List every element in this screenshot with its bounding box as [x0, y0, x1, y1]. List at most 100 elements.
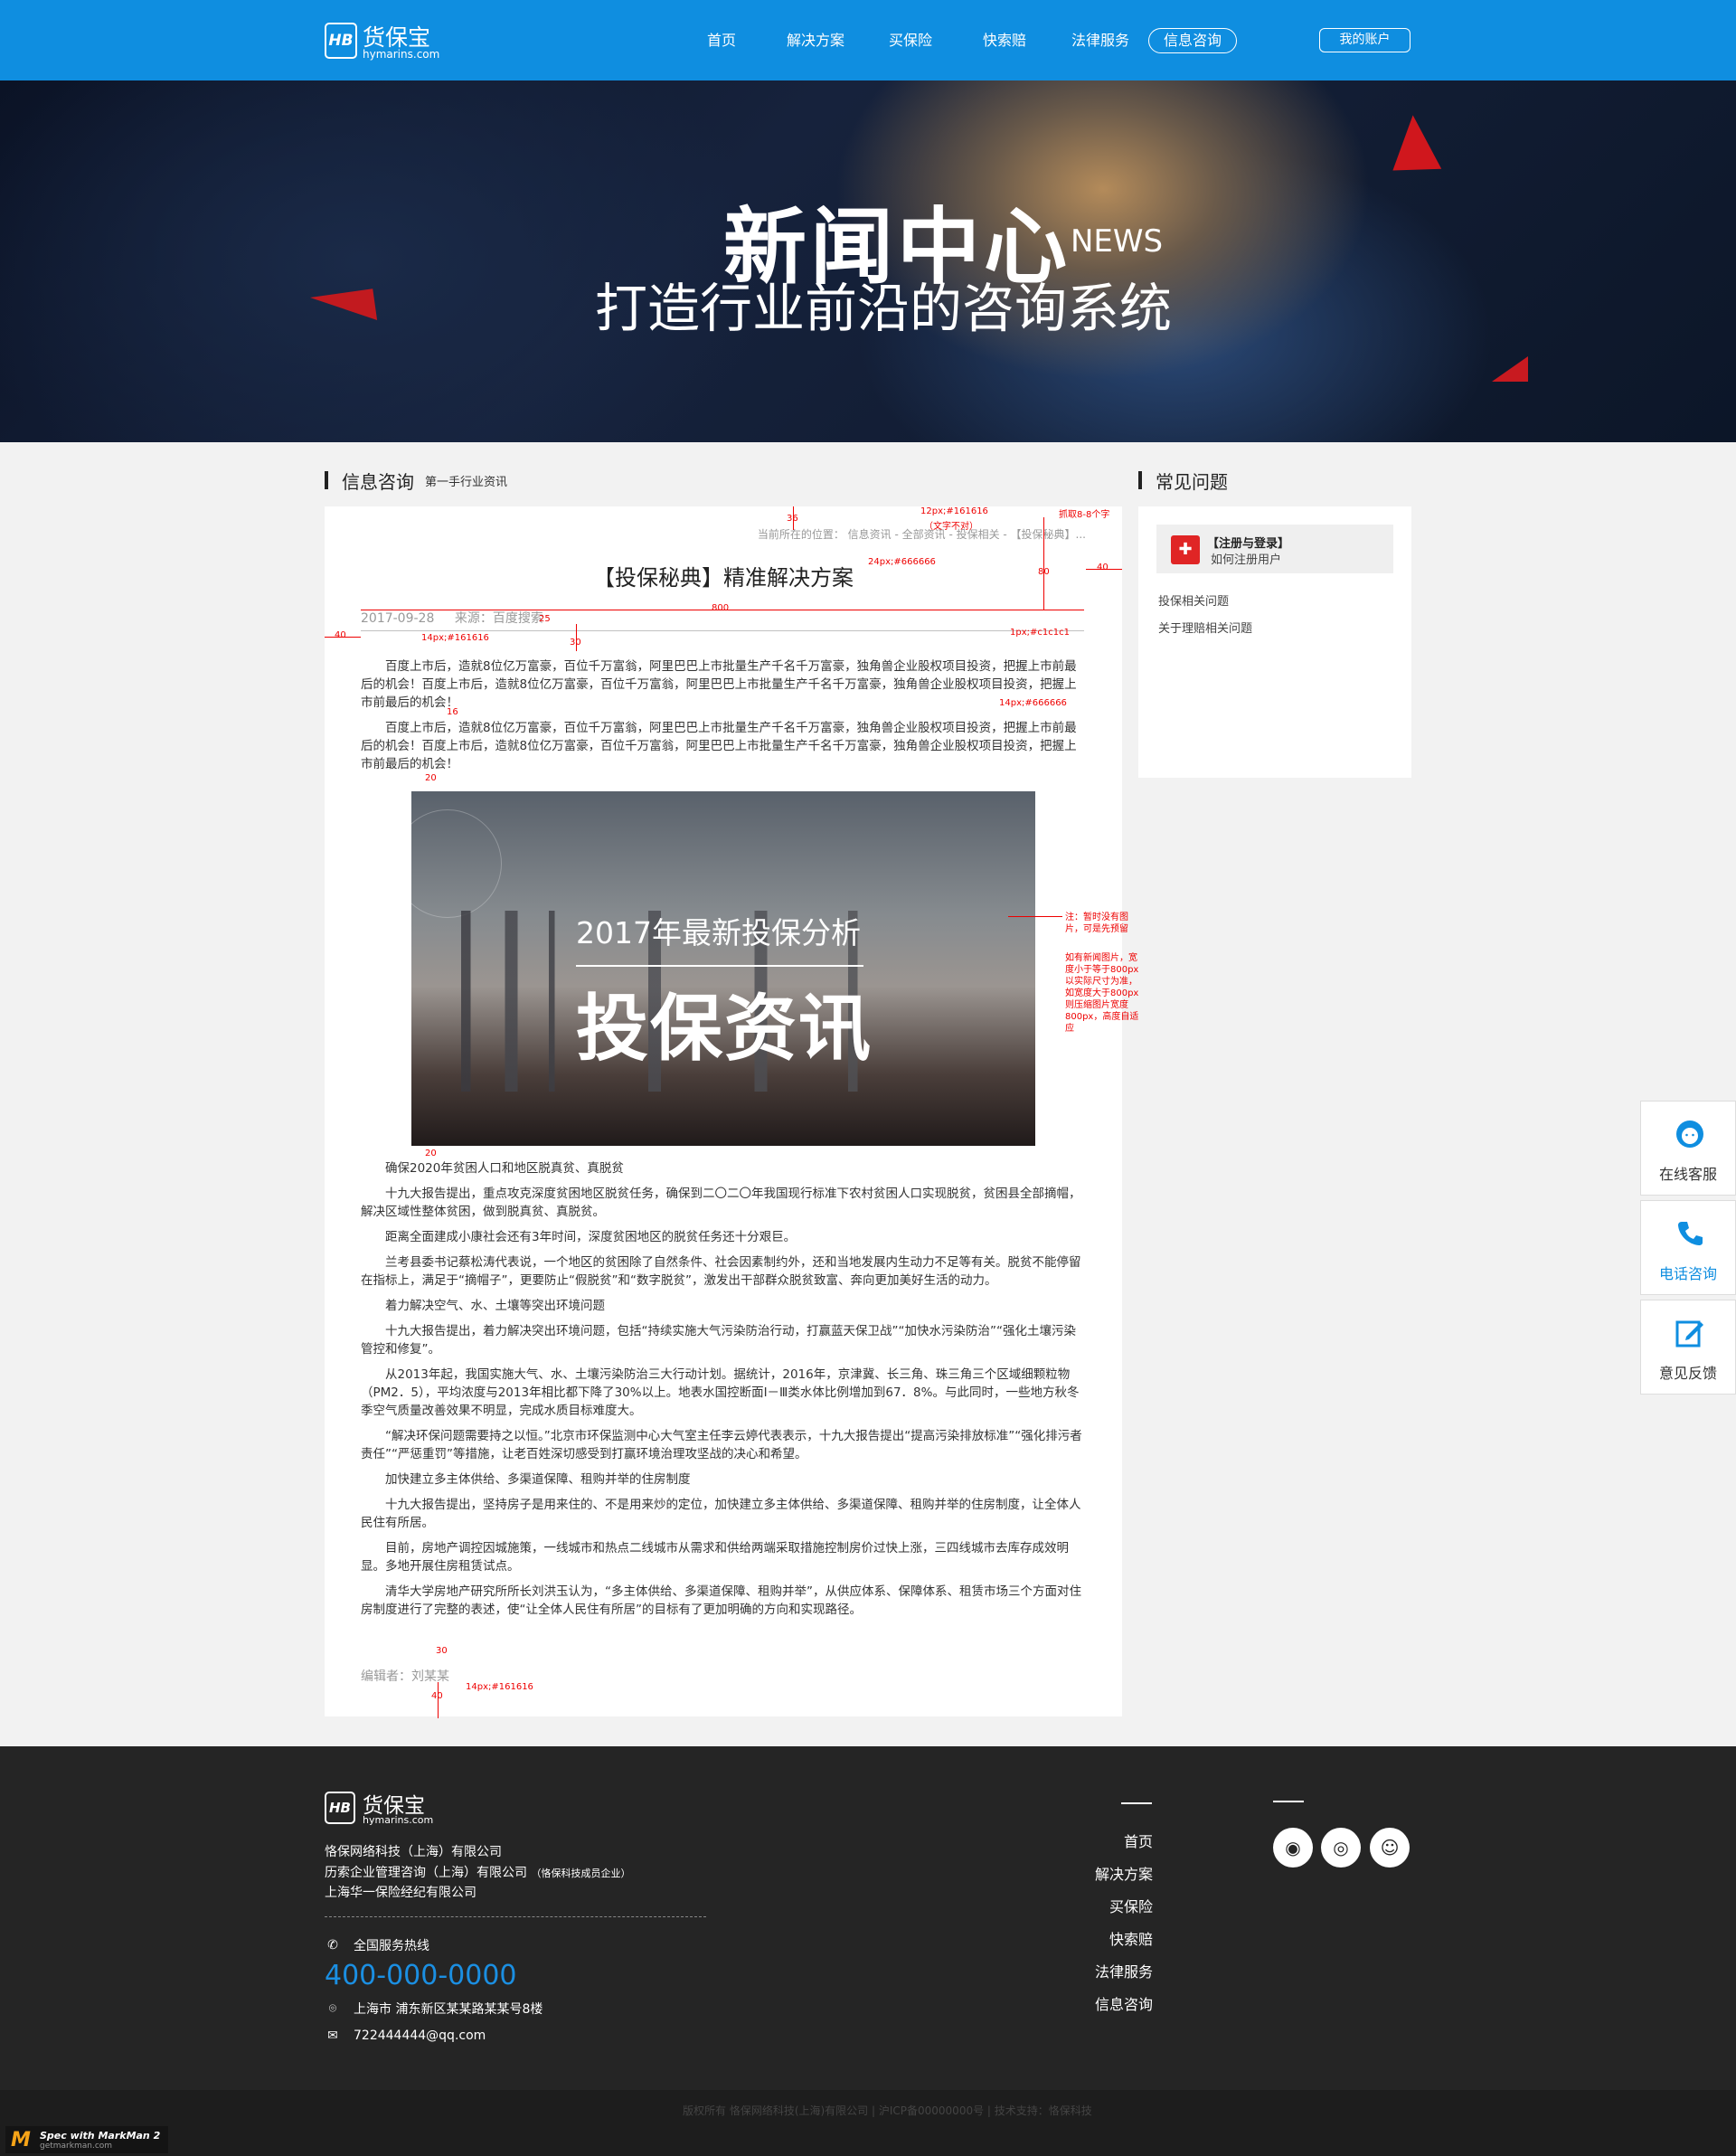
markman-logo-icon: M [11, 2129, 31, 2151]
spec-label: 80 [1038, 567, 1050, 577]
hotline-row: ✆ 全国服务热线 [325, 1936, 429, 1954]
paragraph: “解决环保问题需要持之以恒。”北京市环保监测中心大气室主任李云婷代表表示，十九大… [361, 1429, 1082, 1461]
footer-bottom: 版权所有 恪保网络科技(上海)有限公司 | 沪ICP备00000000号 | 技… [0, 2090, 1736, 2156]
address-text: 上海市 浦东新区某某路某某号8楼 [354, 2002, 543, 2017]
article-body: 确保2020年贫困人口和地区脱真贫、真脱贫 十九大报告提出，重点攻克深度贫困地区… [361, 1159, 1084, 1626]
image-divider [576, 965, 863, 967]
spec-note: 如有新闻图片，宽度小于等于800px以实际尺寸为准，如宽度大于800px则压缩图… [1065, 953, 1139, 1034]
footer-nav-legal[interactable]: 法律服务 [1095, 1960, 1153, 1981]
faq-featured-title: 【注册与登录】 [1207, 537, 1290, 551]
weibo-icon[interactable]: ◉ [1273, 1828, 1313, 1868]
title-bar [325, 471, 328, 489]
nav-legal[interactable]: 法律服务 [1071, 28, 1129, 53]
account-button[interactable]: 我的账户 [1319, 28, 1410, 52]
markman-title: Spec with MarkMan 2 [40, 2130, 161, 2142]
nav-home[interactable]: 首页 [707, 28, 736, 53]
company-name: 恪保网络科技（上海）有限公司 [325, 1845, 502, 1859]
image-caption-year: 2017年最新投保分析 [576, 915, 861, 950]
spec-label: 40 [1097, 563, 1109, 572]
nav-info[interactable]: 信息咨询 [1148, 28, 1238, 53]
image-caption-title: 投保资讯 [576, 987, 873, 1071]
wechat-icon[interactable]: ◎ [1321, 1828, 1361, 1868]
phone-icon [1678, 1222, 1703, 1245]
faq-sidebar: ✚ 【注册与登录】 如何注册用户 投保相关问题 关于理赔相关问题 [1138, 506, 1411, 778]
spec-label: 12px;#161616 [920, 506, 988, 516]
footer-nav-claims[interactable]: 快索赔 [1109, 1927, 1153, 1949]
spec-label: （文字不对） [924, 522, 978, 532]
nav-buy-insurance[interactable]: 买保险 [889, 28, 932, 53]
breadcrumb[interactable]: 当前所在的位置： 信息资讯 - 全部资讯 - 投保相关 - 【投保秘典】... [758, 526, 1086, 542]
spec-label: 14px;#161616 [466, 1682, 533, 1692]
company-name-text: 历索企业管理咨询（上海）有限公司 [325, 1866, 527, 1880]
article-image: 2017年最新投保分析 投保资讯 [411, 791, 1035, 1146]
footer-nav-solutions[interactable]: 解决方案 [1095, 1862, 1153, 1884]
paragraph: 兰考县委书记蔡松涛代表说，一个地区的贫困除了自然条件、社会因素制约外，还和当地发… [361, 1255, 1081, 1288]
article-editor: 编辑者：刘某某 [361, 1669, 449, 1684]
paragraph: 目前，房地产调控因城施策，一线城市和热点二线城市从需求和供给两端采取措施控制房价… [361, 1541, 1069, 1574]
article-intro: 百度上市后，造就8位亿万富豪，百位千万富翁，阿里巴巴上市批量生产千名千万富豪，独… [361, 657, 1084, 780]
footer-nav-bar [1121, 1802, 1152, 1804]
footer-logo[interactable]: HB 货保宝 hymarins.com [325, 1792, 451, 1831]
spec-label: 40 [335, 630, 346, 640]
online-service-label: 在线客服 [1658, 1166, 1717, 1183]
spec-label: 抓取8-8个字 [1059, 510, 1110, 520]
spec-label: 16 [447, 707, 458, 717]
spec-label: 36 [787, 514, 798, 524]
spec-label: 30 [436, 1646, 448, 1656]
footer-nav-info[interactable]: 信息咨询 [1095, 1992, 1153, 2014]
paragraph: 从2013年起，我国实施大气、水、土壤污染防治三大行动计划。据统计，2016年，… [361, 1367, 1080, 1418]
spec-label: 800 [712, 603, 730, 613]
add-user-icon: ✚ [1171, 535, 1200, 564]
faq-featured-sub: 如何注册用户 [1211, 553, 1282, 567]
spec-label: 20 [425, 773, 437, 783]
online-service-button[interactable]: 在线客服 [1640, 1101, 1736, 1196]
faq-link-claims[interactable]: 关于理赔相关问题 [1158, 619, 1252, 636]
paragraph: 着力解决空气、水、土壤等突出环境问题 [385, 1299, 605, 1313]
paragraph: 确保2020年贫困人口和地区脱真贫、真脱贫 [385, 1161, 624, 1176]
copyright: 版权所有 恪保网络科技(上海)有限公司 | 沪ICP备00000000号 | 技… [683, 2104, 1092, 2117]
email-row: ✉ 722444444@qq.com [325, 2028, 486, 2044]
section-title-faq: 常见问题 [1138, 470, 1228, 493]
nav-solutions[interactable]: 解决方案 [787, 28, 844, 53]
hotline-number[interactable]: 400-000-0000 [325, 1960, 517, 1991]
spec-note: 注：暂时没有图片，可是先预留 [1065, 913, 1128, 934]
red-triangle-decoration [1492, 356, 1528, 382]
feedback-label: 意见反馈 [1658, 1365, 1717, 1382]
hotline-label: 全国服务热线 [354, 1939, 429, 1953]
mail-icon: ✉ [327, 2028, 338, 2043]
customer-service-icon [1676, 1121, 1703, 1148]
title-divider [361, 630, 1084, 631]
spec-line [1008, 916, 1062, 917]
spec-label: 24px;#666666 [868, 557, 936, 567]
spec-label: 40 [431, 1691, 443, 1701]
markman-watermark: M Spec with MarkMan 2 getmarkman.com [5, 2126, 168, 2153]
paragraph: 清华大学房地产研究所所长刘洪玉认为，“多主体供给、多渠道保障、租购并举”，从供应… [361, 1584, 1081, 1617]
feedback-button[interactable]: 意见反馈 [1640, 1300, 1736, 1395]
email-text[interactable]: 722444444@qq.com [354, 2028, 486, 2043]
paragraph: 十九大报告提出，重点攻克深度贫困地区脱贫任务，确保到二〇二〇年我国现行标准下农村… [361, 1187, 1081, 1219]
logo-url: hymarins.com [363, 1814, 434, 1826]
section-title-news: 信息咨询 第一手行业资讯 [325, 470, 507, 493]
phone-icon: ✆ [327, 1938, 338, 1953]
company-note: （恪保科技成员企业） [531, 1868, 631, 1879]
social-bar [1273, 1801, 1304, 1802]
title-bar [1138, 471, 1142, 489]
article-title: 【投保秘典】精准解决方案 [593, 565, 854, 591]
footer-nav-home[interactable]: 首页 [1124, 1830, 1153, 1851]
banner-title-en: NEWS [1071, 223, 1164, 260]
faq-link-insurance[interactable]: 投保相关问题 [1158, 591, 1229, 609]
markman-url: getmarkman.com [40, 2142, 113, 2151]
footer-nav-buy[interactable]: 买保险 [1109, 1895, 1153, 1916]
article-source: 来源：百度搜索 [454, 611, 543, 626]
spec-label: 14px;#161616 [421, 633, 489, 643]
red-triangle-decoration [309, 288, 378, 329]
footer-divider [325, 1916, 706, 1917]
nav-claims[interactable]: 快索赔 [983, 28, 1026, 53]
red-triangle-decoration [1392, 115, 1456, 186]
phone-consult-button[interactable]: 电话咨询 [1640, 1200, 1736, 1295]
faq-featured[interactable]: ✚ 【注册与登录】 如何注册用户 [1156, 525, 1393, 573]
footer: HB 货保宝 hymarins.com 恪保网络科技（上海）有限公司 历索企业管… [0, 1746, 1736, 2156]
spec-label: 1px;#c1c1c1 [1010, 628, 1070, 638]
edit-icon [1675, 1320, 1703, 1348]
qq-icon[interactable]: ☺ [1370, 1828, 1410, 1868]
